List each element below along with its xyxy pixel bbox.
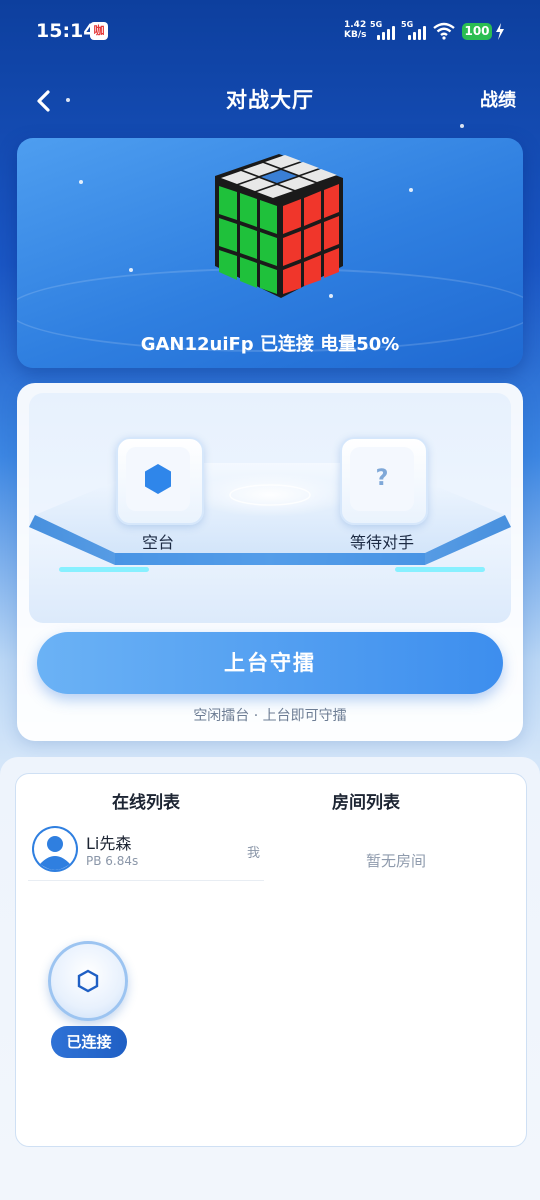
charging-bolt-icon [496,23,504,40]
decor-star [79,180,83,184]
connected-badge[interactable]: 已连接 [51,1026,127,1058]
cube-connection-button[interactable] [48,941,128,1021]
decor-star [409,188,413,192]
battery-indicator: 100 [462,23,492,40]
network-speed-value: 1.42 [344,20,367,30]
status-bar: 15:14 咖 1.42 KB/s 5G 5G 100 [0,0,540,64]
user-avatar-icon [34,828,76,870]
user-name: Li先森 [86,834,132,853]
arena-card: 空台 ? 等待对手 上台守擂 空闲擂台 · 上台即可守擂 [17,383,523,741]
battle-record-link[interactable]: 战绩 [480,86,516,112]
opponent-seat-slot: ? [340,437,428,525]
smart-cube-image [215,154,343,298]
avatar [32,826,78,872]
rooms-empty-text: 暂无房间 [365,852,426,870]
tab-online-list[interactable]: 在线列表 [56,788,236,813]
tab-room-list[interactable]: 房间列表 [276,788,456,813]
network-speed: 1.42 KB/s [344,20,366,40]
status-time: 15:14 [36,20,97,42]
question-mark-icon: ? [375,466,389,491]
user-personal-best: PB 6.84s [86,854,139,868]
list-item[interactable]: Li先森 PB 6.84s 我 [28,818,264,881]
empty-seat-label: 空台 [141,533,174,552]
arena-stage: 空台 ? 等待对手 [29,393,511,623]
device-status-text: GAN12uiFp 已连接 电量50% [140,334,400,355]
take-stage-button[interactable]: 上台守擂 [37,632,503,694]
decor-star [129,268,133,272]
decor-star [66,98,70,102]
network-speed-unit: KB/s [344,30,367,40]
arena-platform-graphic [29,463,511,572]
decor-star [460,124,464,128]
opponent-seat-label: 等待对手 [349,533,414,552]
app-notification-icon: 咖 [90,22,108,40]
cube-hexagon-icon [145,464,171,494]
sim1-signal-icon [377,26,397,40]
page-title: 对战大厅 [226,88,314,112]
wifi-icon [433,22,455,40]
hexagon-outline-icon [77,969,99,993]
empty-seat-slot[interactable] [116,437,204,525]
self-tag: 我 [247,846,261,861]
sim2-signal-icon [408,26,428,40]
arena-hint: 空闲擂台 · 上台即可守擂 [193,708,347,724]
device-card: GAN12uiFp 已连接 电量50% [17,138,523,368]
